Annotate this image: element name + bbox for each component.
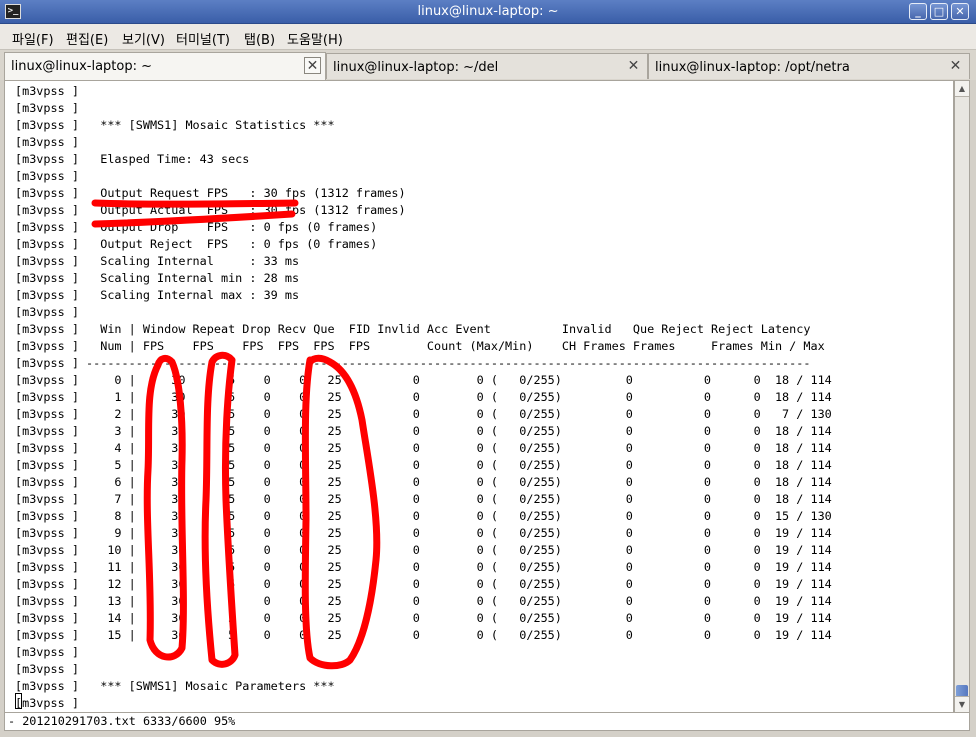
terminal-line: [m3vpss ] 13 | 30 5 0 0 25 0 0 ( 0/255) … [15, 594, 832, 608]
tab-netra[interactable]: linux@linux-laptop: /opt/netra ✕ [648, 53, 970, 79]
terminal-line: [m3vpss ] 5 | 30 5 0 0 25 0 0 ( 0/255) 0… [15, 458, 832, 472]
menu-tabs[interactable]: 탭(B) [244, 29, 275, 48]
terminal-line: [m3vpss ] 8 | 30 5 0 0 25 0 0 ( 0/255) 0… [15, 509, 832, 523]
menu-file[interactable]: 파일(F) [12, 29, 54, 48]
terminal-line: [m3vpss ] Win | Window Repeat Drop Recv … [15, 322, 811, 336]
terminal-line: [m3vpss ] Elasped Time: 43 secs [15, 152, 250, 166]
menu-edit[interactable]: 편집(E) [66, 29, 108, 48]
minimize-button[interactable]: _ [909, 3, 927, 20]
terminal-line: [m3vpss ] 0 | 30 5 0 0 25 0 0 ( 0/255) 0… [15, 373, 832, 387]
menu-terminal[interactable]: 터미널(T) [176, 29, 230, 48]
terminal-line: [m3vpss ] [15, 305, 79, 319]
close-icon[interactable]: ✕ [625, 58, 642, 75]
terminal-line: [m3vpss ] Scaling Internal min : 28 ms [15, 271, 300, 285]
terminal-line: [m3vpss ] Num | FPS FPS FPS FPS FPS FPS … [15, 339, 825, 353]
terminal-output: [m3vpss ] [m3vpss ] [m3vpss ] *** [SWMS1] … [15, 83, 832, 712]
terminal-line: [m3vpss ] ------------------------------… [15, 356, 811, 370]
terminal-line: [m3vpss ] *** [SWMS1] Mosaic Statistics … [15, 118, 335, 132]
terminal-line: [m3vpss ] Output Request FPS : 30 fps (1… [15, 186, 406, 200]
close-icon[interactable]: ✕ [304, 57, 321, 74]
terminal-line: [m3vpss ] [15, 169, 79, 183]
menu-help[interactable]: 도움말(H) [287, 29, 343, 48]
pager-status: - 201210291703.txt 6333/6600 95% [8, 714, 236, 728]
terminal-line: [m3vpss ] Output Drop FPS : 0 fps (0 fra… [15, 220, 378, 234]
terminal-line: [m3vpss ] Output Reject FPS : 0 fps (0 f… [15, 237, 378, 251]
terminal-line: [m3vpss ] 3 | 30 5 0 0 25 0 0 ( 0/255) 0… [15, 424, 832, 438]
terminal-line: [m3vpss ] [15, 84, 79, 98]
terminal-line: [m3vpss ] Output Actual FPS : 30 fps (13… [15, 203, 406, 217]
tab-home-label: linux@linux-laptop: ~ [11, 59, 153, 74]
close-icon[interactable]: ✕ [947, 58, 964, 75]
close-button[interactable]: ✕ [951, 3, 969, 20]
terminal-line: [m3vpss ] 11 | 30 5 0 0 25 0 0 ( 0/255) … [15, 560, 832, 574]
terminal-status-line-area: - 201210291703.txt 6333/6600 95% [4, 713, 970, 731]
terminal-line: [m3vpss ] [15, 696, 79, 710]
maximize-button[interactable]: □ [930, 3, 948, 20]
terminal-line: [m3vpss ] 6 | 30 5 0 0 25 0 0 ( 0/255) 0… [15, 475, 832, 489]
terminal-line: [m3vpss ] [15, 662, 79, 676]
menu-bar: 파일(F) 편집(E) 보기(V) 터미널(T) 탭(B) 도움말(H) [0, 24, 976, 50]
terminal-line: [m3vpss ] Scaling Internal max : 39 ms [15, 288, 300, 302]
tab-del[interactable]: linux@linux-laptop: ~/del ✕ [326, 53, 648, 79]
text-cursor [15, 693, 22, 709]
terminal-line: [m3vpss ] Scaling Internal : 33 ms [15, 254, 300, 268]
scroll-up-arrow-icon[interactable]: ▲ [955, 81, 969, 97]
terminal-line: [m3vpss ] [15, 101, 79, 115]
terminal-line: [m3vpss ] 1 | 30 5 0 0 25 0 0 ( 0/255) 0… [15, 390, 832, 404]
tab-del-label: linux@linux-laptop: ~/del [333, 60, 499, 75]
terminal-line: [m3vpss ] 9 | 30 5 0 0 25 0 0 ( 0/255) 0… [15, 526, 832, 540]
terminal-line: [m3vpss ] 2 | 30 5 0 0 25 0 0 ( 0/255) 0… [15, 407, 832, 421]
terminal-line: [m3vpss ] 12 | 30 5 0 0 25 0 0 ( 0/255) … [15, 577, 832, 591]
menu-view[interactable]: 보기(V) [122, 29, 165, 48]
window-title: linux@linux-laptop: ~ [417, 4, 559, 19]
terminal-line: [m3vpss ] 14 | 30 5 0 0 25 0 0 ( 0/255) … [15, 611, 832, 625]
tab-home[interactable]: linux@linux-laptop: ~ ✕ [4, 52, 326, 80]
terminal-line: [m3vpss ] *** [SWMS1] Mosaic Parameters … [15, 679, 335, 693]
terminal-line: [m3vpss ] 10 | 30 5 0 0 25 0 0 ( 0/255) … [15, 543, 832, 557]
terminal-line: [m3vpss ] 15 | 30 5 0 0 25 0 0 ( 0/255) … [15, 628, 832, 642]
terminal-line: [m3vpss ] 4 | 30 5 0 0 25 0 0 ( 0/255) 0… [15, 441, 832, 455]
terminal-line: [m3vpss ] [15, 645, 79, 659]
title-bar[interactable]: >_ linux@linux-laptop: ~ _ □ ✕ [0, 0, 976, 24]
terminal-line: [m3vpss ] 7 | 30 5 0 0 25 0 0 ( 0/255) 0… [15, 492, 832, 506]
vertical-scrollbar[interactable]: ▲ ▼ [954, 80, 970, 713]
tab-netra-label: linux@linux-laptop: /opt/netra [655, 60, 850, 75]
scroll-down-arrow-icon[interactable]: ▼ [955, 696, 969, 712]
terminal-line: [m3vpss ] [15, 135, 79, 149]
tab-bar: linux@linux-laptop: ~ ✕ linux@linux-lapt… [0, 50, 976, 80]
terminal-view[interactable]: [m3vpss ] [m3vpss ] [m3vpss ] *** [SWMS1] … [4, 80, 954, 713]
